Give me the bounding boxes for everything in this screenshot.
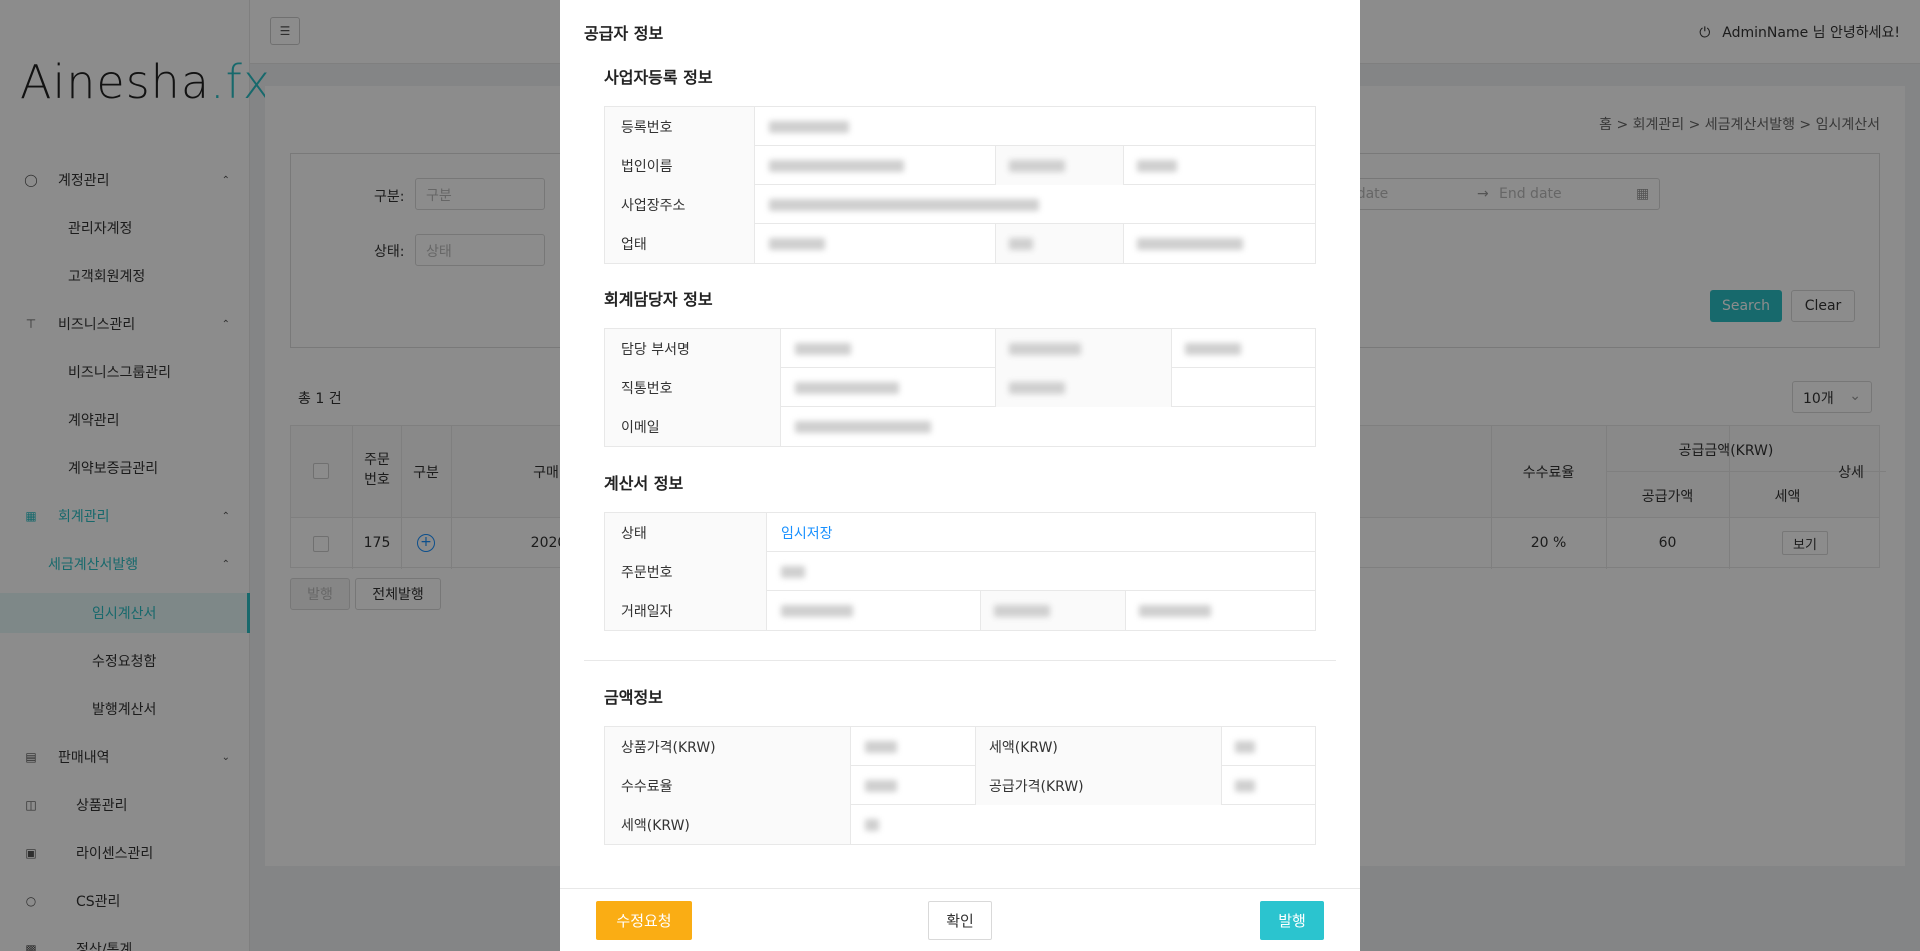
value-fee-rate-redacted: [851, 766, 911, 805]
amount-info-grid: 상품가격(KRW) 세액(KRW) 수수료율 공급가격(KRW) 세액(KRW): [604, 726, 1316, 845]
row-reg-no: 등록번호: [605, 107, 1315, 146]
value-reg-no-redacted: [755, 107, 863, 146]
row-status: 상태 임시저장: [605, 513, 1315, 552]
label-phone: 직통번호: [605, 368, 781, 407]
value-biz-item-label-redacted: [995, 224, 1047, 263]
label-email: 이메일: [605, 407, 781, 446]
label-tax2: 세액(KRW): [605, 805, 851, 844]
value-email-redacted: [781, 407, 945, 446]
value-name-redacted: [1171, 329, 1255, 368]
section-invoice-title: 계산서 정보: [604, 474, 684, 493]
row-dept: 담당 부서명: [605, 329, 1315, 368]
value-name-label-redacted: [995, 329, 1095, 368]
invoice-info-grid: 상태 임시저장 주문번호 거래일자: [604, 512, 1316, 631]
label-tax1: 세액(KRW): [989, 740, 1058, 756]
row-tax2: 세액(KRW): [605, 805, 1315, 844]
row-phone: 직통번호: [605, 368, 1315, 407]
value-biz-item-redacted: [1123, 224, 1257, 263]
value-status-link[interactable]: 임시저장: [767, 513, 847, 552]
label-product-price: 상품가격(KRW): [605, 727, 851, 766]
supplier-info-modal: 공급자 정보 사업자등록 정보 등록번호 법인이름 사업장주소 업태 회계담당자…: [560, 0, 1360, 951]
value-mobile-label-redacted: [995, 368, 1079, 407]
value-corp-name-redacted: [755, 146, 918, 185]
label-biz-type: 업태: [605, 224, 755, 263]
section-business-title: 사업자등록 정보: [604, 68, 713, 87]
value-tax2-redacted: [851, 805, 893, 844]
row-corp-name: 법인이름: [605, 146, 1315, 185]
value-issue-date-redacted: [1125, 591, 1225, 630]
section-amount-title: 금액정보: [604, 688, 663, 707]
accountant-info-grid: 담당 부서명 직통번호 이메일: [604, 328, 1316, 447]
publish-button[interactable]: 발행: [1260, 901, 1324, 940]
label-trade-date: 거래일자: [605, 591, 767, 630]
label-supply-price: 공급가격(KRW): [989, 779, 1084, 795]
label-corp-name: 법인이름: [605, 146, 755, 185]
value-trade-date-redacted: [767, 591, 867, 630]
row-biz-type: 업태: [605, 224, 1315, 263]
section-accountant-title: 회계담당자 정보: [604, 290, 713, 309]
value-address-redacted: [755, 185, 1053, 224]
row-address: 사업장주소: [605, 185, 1315, 224]
label-reg-no: 등록번호: [605, 107, 755, 146]
row-order-no: 주문번호: [605, 552, 1315, 591]
business-info-grid: 등록번호 법인이름 사업장주소 업태: [604, 106, 1316, 264]
row-email: 이메일: [605, 407, 1315, 446]
value-order-no-redacted: [767, 552, 819, 591]
row-fee-rate: 수수료율 공급가격(KRW): [605, 766, 1315, 805]
value-phone-redacted: [781, 368, 913, 407]
label-status: 상태: [605, 513, 767, 552]
label-order-no: 주문번호: [605, 552, 767, 591]
value-ceo-label-redacted: [995, 146, 1079, 185]
value-issue-label-redacted: [980, 591, 1064, 630]
section-divider: [584, 660, 1336, 661]
row-product-price: 상품가격(KRW) 세액(KRW): [605, 727, 1315, 766]
value-biz-type-redacted: [755, 224, 839, 263]
label-dept: 담당 부서명: [605, 329, 781, 368]
fix-request-button[interactable]: 수정요청: [596, 901, 692, 940]
modal-title: 공급자 정보: [584, 24, 664, 43]
label-address: 사업장주소: [605, 185, 755, 224]
value-ceo-redacted: [1123, 146, 1191, 185]
value-supply-price-redacted: [1221, 766, 1269, 805]
value-tax1-redacted: [1221, 727, 1269, 766]
value-dept-redacted: [781, 329, 865, 368]
modal-footer: 수정요청 확인 발행: [560, 888, 1360, 951]
row-trade-date: 거래일자: [605, 591, 1315, 630]
value-product-price-redacted: [851, 727, 911, 766]
confirm-button[interactable]: 확인: [928, 901, 992, 940]
label-fee-rate: 수수료율: [605, 766, 851, 805]
